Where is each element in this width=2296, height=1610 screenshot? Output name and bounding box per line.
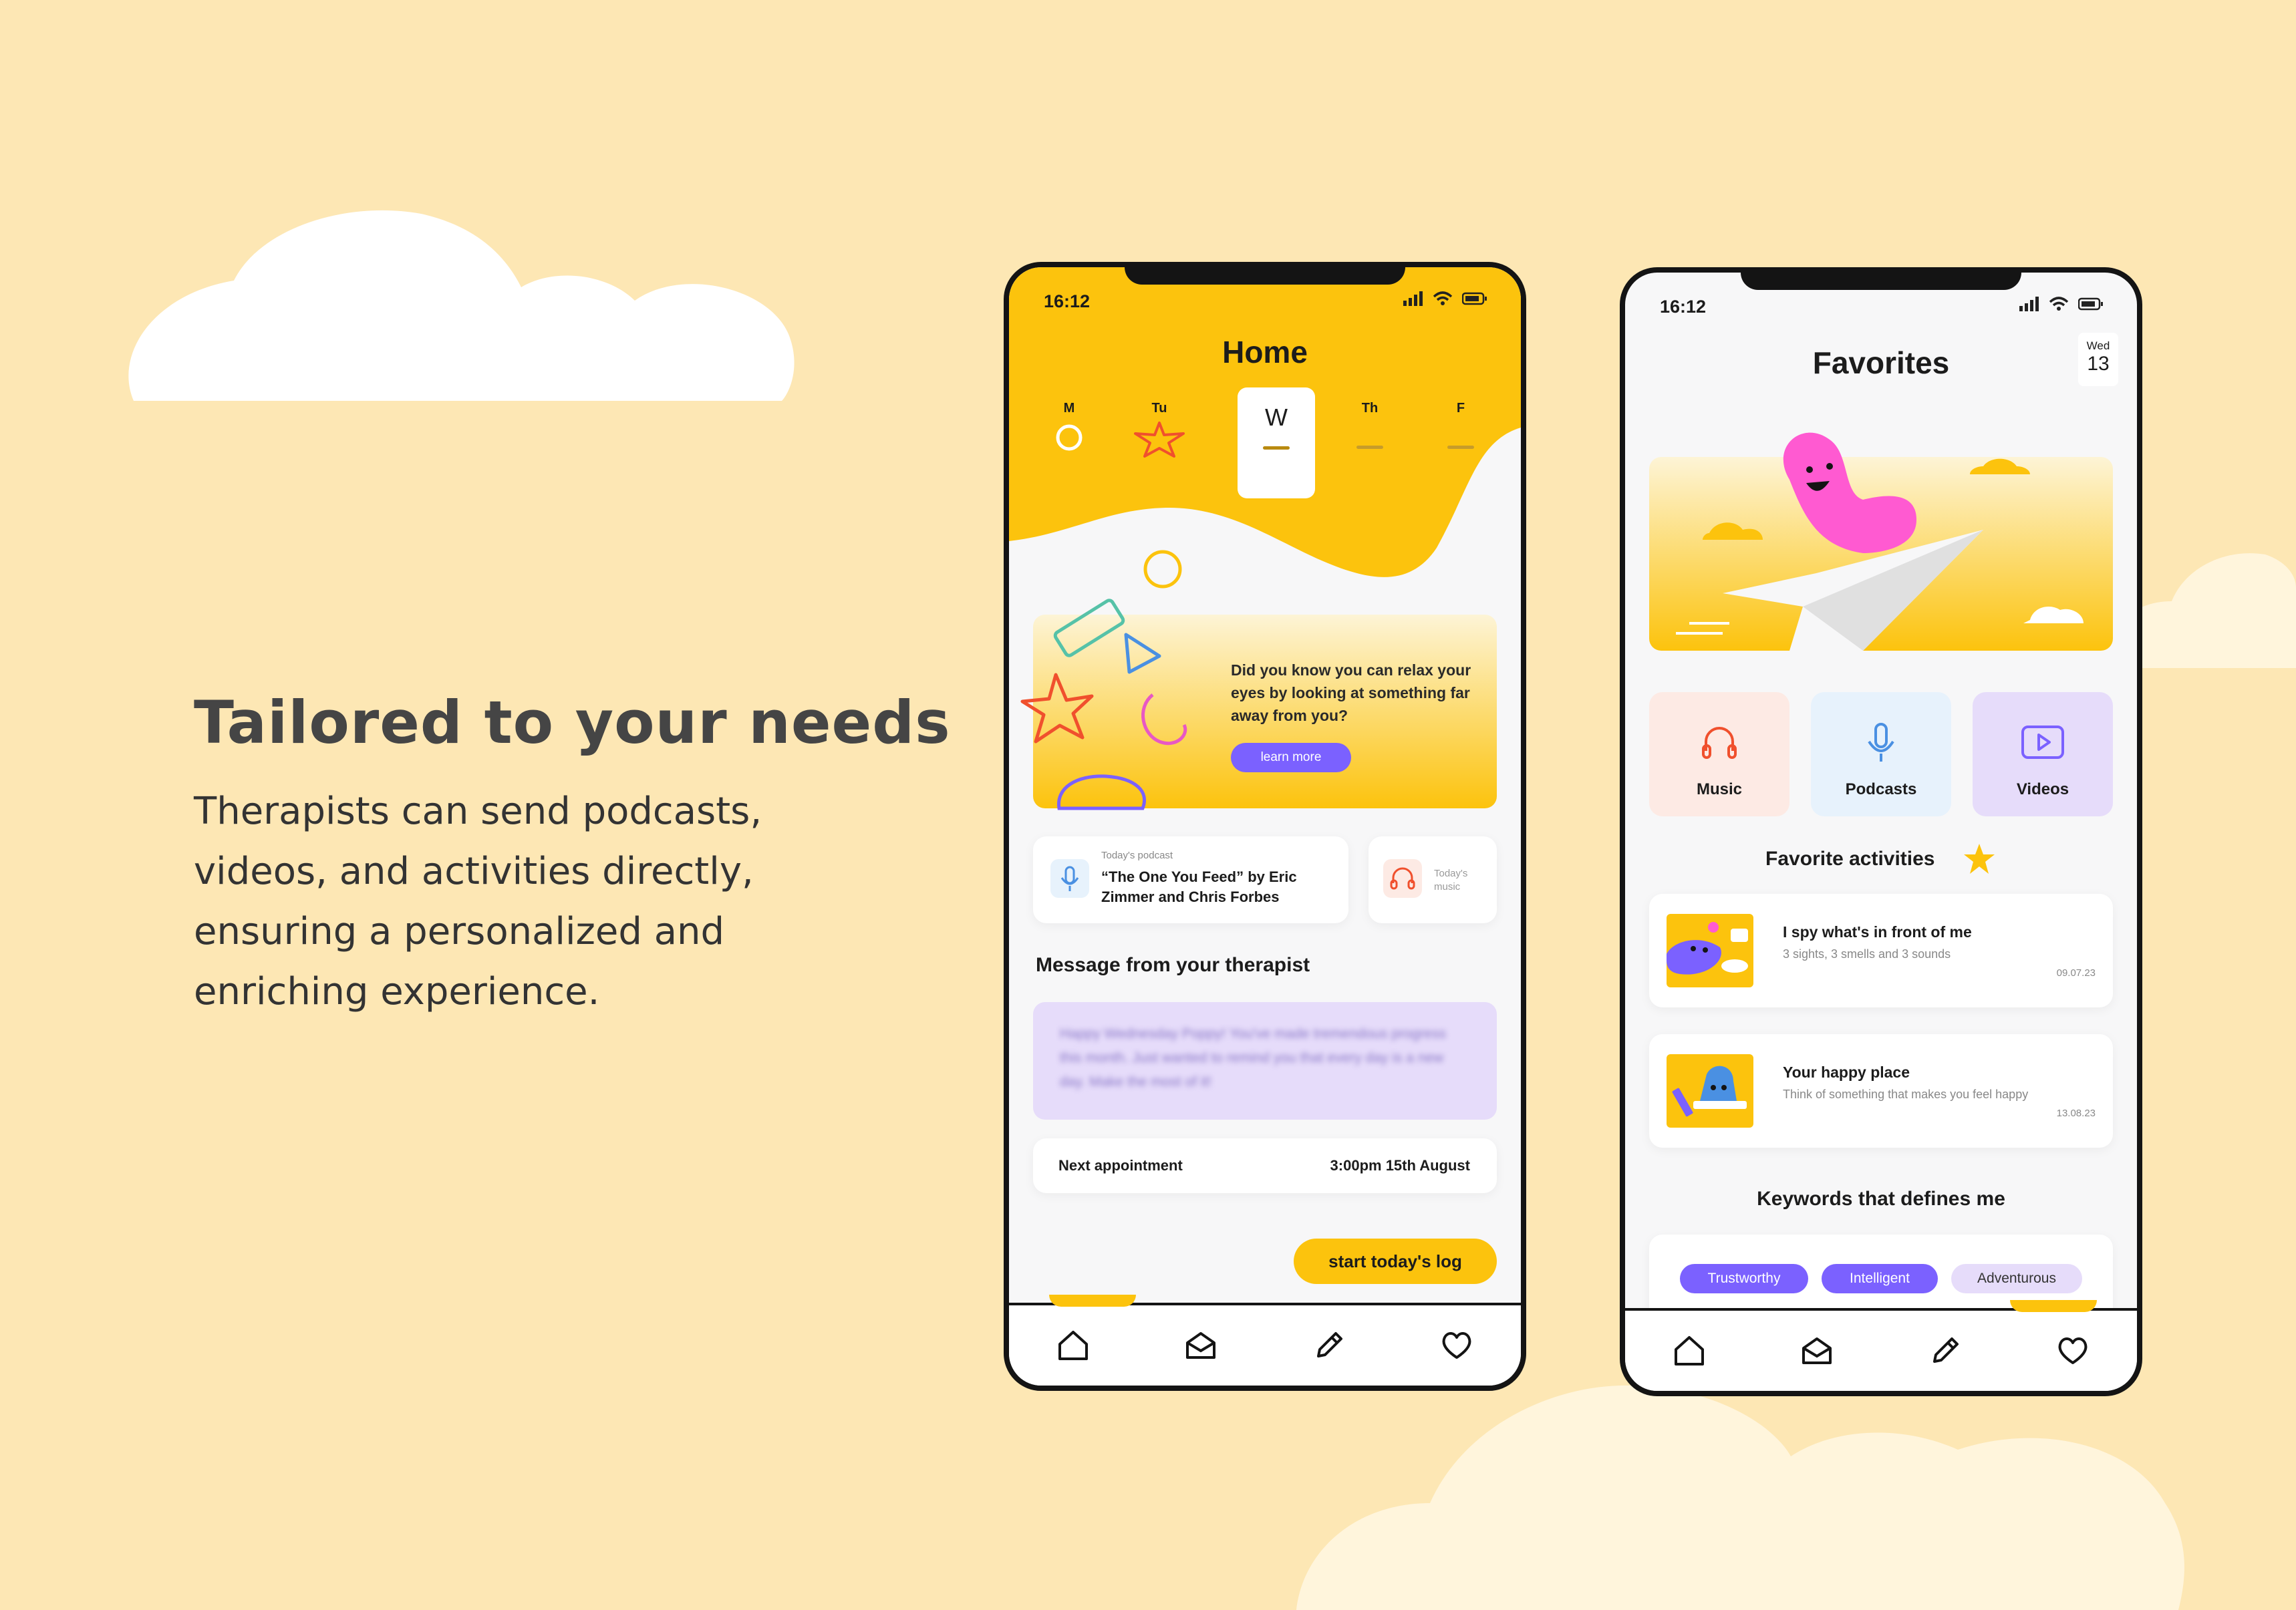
mic-icon-badge [1050,859,1089,898]
music-label: Music [1696,780,1742,798]
notch [1741,273,2021,290]
day-label: Th [1361,401,1379,416]
battery-icon [2078,297,2103,311]
activity-card[interactable]: I spy what's in front of me 3 sights, 3 … [1649,894,2113,1007]
keyword-chip[interactable]: Adventurous [1951,1264,2082,1293]
music-tile[interactable]: Music [1649,692,1789,816]
cloud-top-left [128,210,795,401]
headline: Tailored to your needs [194,688,951,757]
tab-bar [1625,1308,2137,1391]
therapist-message-card[interactable]: Happy Wednesday Poppy! You've made treme… [1033,1002,1497,1120]
appointment-card[interactable]: Next appointment 3:00pm 15th August [1033,1138,1497,1193]
heart-icon[interactable] [2054,1332,2092,1370]
activity-title: Your happy place [1783,1064,1910,1081]
microphone-icon [1868,723,1894,762]
podcast-title: “The One You Feed” by Eric Zimmer and Ch… [1101,868,1297,905]
microphone-icon [1060,866,1079,891]
day-label: Tu [1151,401,1167,416]
hero-character [1676,432,2084,651]
day-indicator [1356,446,1383,449]
keyword-chip[interactable]: Trustworthy [1680,1264,1808,1293]
date-weekday: Wed [2086,339,2110,352]
star-icon [1963,844,1995,874]
day-wednesday-selected[interactable]: W [1238,387,1315,498]
wifi-icon [1433,291,1453,305]
day-indicator [1263,446,1290,450]
activity-thumbnail [1667,914,1753,987]
activities-heading-row: Favorite activities [1625,842,2137,876]
day-label: M [1063,401,1075,416]
activity-subtitle: 3 sights, 3 smells and 3 sounds [1783,947,1951,961]
signal-icon [1403,291,1423,306]
activity-subtitle: Think of something that makes you feel h… [1783,1088,2029,1101]
date-day: 13 [2087,353,2110,375]
activities-heading: Favorite activities [1765,848,1935,870]
phone-home: 16:12 Home M Tu W Th F Did you know you … [1004,262,1526,1391]
date-badge: Wed 13 [2078,333,2118,386]
day-friday[interactable]: F [1441,401,1481,449]
star-icon [1134,422,1185,458]
day-tuesday[interactable]: Tu [1129,401,1189,461]
play-icon [2021,726,2064,759]
decorative-shapes [1020,550,1187,810]
music-caption: Today's music [1434,868,1468,893]
activity-date: 09.07.23 [2056,967,2096,979]
activity-card[interactable]: Your happy place Think of something that… [1649,1034,2113,1148]
music-card[interactable]: Today's music [1369,836,1497,923]
status-time: 16:12 [1660,297,1707,317]
heart-icon[interactable] [1438,1327,1475,1364]
activity-thumbnail [1667,1054,1753,1128]
home-icon[interactable] [1671,1332,1708,1370]
day-thursday[interactable]: Th [1350,401,1390,449]
headphones-icon [1702,727,1737,759]
keywords-heading: Keywords that defines me [1757,1188,2005,1210]
podcasts-tile[interactable]: Podcasts [1811,692,1951,816]
page-title: Home [1222,335,1308,369]
message-heading: Message from your therapist [1036,954,1310,976]
circle-icon [1056,424,1083,451]
keyword-chip[interactable]: Intelligent [1822,1264,1938,1293]
appointment-label: Next appointment [1058,1157,1183,1174]
pencil-icon[interactable] [1926,1332,1964,1370]
day-label: W [1265,404,1288,431]
day-indicator [1447,446,1474,449]
day-selector: M Tu W Th F [1022,387,1508,501]
page-title: Favorites [1812,345,1950,380]
podcasts-label: Podcasts [1845,780,1917,798]
activity-date: 13.08.23 [2056,1108,2096,1119]
pencil-icon[interactable] [1310,1327,1348,1364]
cloud-bottom-right [1296,1385,2184,1610]
headphones-icon [1390,867,1415,890]
videos-label: Videos [2016,780,2069,798]
tab-indicator [1049,1295,1136,1307]
activity-title: I spy what's in front of me [1783,923,1972,941]
tab-indicator [2010,1300,2097,1312]
mail-icon[interactable] [1182,1327,1219,1364]
battery-icon [1462,292,1487,305]
therapist-message-text: Happy Wednesday Poppy! You've made treme… [1060,1026,1446,1090]
notch [1125,267,1405,285]
body-copy: Therapists can send podcasts, videos, an… [194,790,762,1013]
home-icon[interactable] [1054,1327,1092,1364]
status-icons [1403,291,1487,306]
tab-bar [1009,1303,1521,1386]
phone-favorites: 16:12 Favorites Wed 13 Music Podcasts Vi… [1620,267,2142,1396]
videos-tile[interactable]: Videos [1973,692,2113,816]
mail-icon[interactable] [1798,1332,1836,1370]
music-icon-badge [1383,859,1422,898]
start-log-button[interactable]: start today's log [1294,1239,1497,1284]
appointment-value: 3:00pm 15th August [1330,1157,1470,1174]
podcast-card[interactable]: Today's podcast “The One You Feed” by Er… [1033,836,1348,923]
tip-text: Did you know you can relax your eyes by … [1231,661,1471,724]
learn-more-button[interactable]: learn more [1231,743,1351,772]
status-icons [2019,297,2104,311]
signal-icon [2019,297,2039,311]
day-label: F [1456,401,1465,416]
day-monday[interactable]: M [1049,401,1089,456]
wifi-icon [2049,297,2069,311]
status-time: 16:12 [1044,291,1091,311]
podcast-caption: Today's podcast [1101,850,1173,861]
